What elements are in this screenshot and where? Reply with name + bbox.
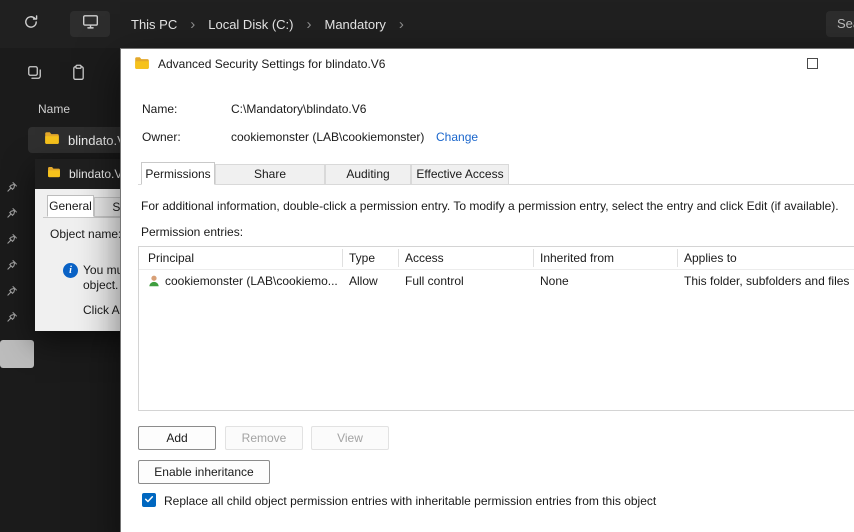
tab-permissions[interactable]: Permissions: [141, 162, 215, 185]
folder-icon: [134, 55, 150, 74]
column-divider: [342, 249, 343, 267]
checkmark-icon: [144, 493, 154, 507]
pin-icon: [5, 206, 19, 220]
name-value: C:\Mandatory\blindato.V6: [231, 102, 367, 116]
permission-entries-label: Permission entries:: [141, 225, 244, 239]
paste-button[interactable]: [64, 61, 92, 89]
cell-access: Full control: [405, 274, 464, 288]
cell-applies-to: This folder, subfolders and files: [684, 274, 850, 288]
column-header-inherited-from[interactable]: Inherited from: [540, 251, 614, 265]
properties-dialog-title: blindato.V: [69, 167, 123, 181]
chevron-right-icon[interactable]: ›: [300, 17, 317, 32]
dialog-titlebar[interactable]: Advanced Security Settings for blindato.…: [121, 49, 854, 79]
refresh-icon: [23, 14, 39, 35]
permission-entries-table: Principal Type Access Inherited from App…: [138, 246, 854, 411]
pin-icon: [5, 284, 19, 298]
tab-share[interactable]: Share: [215, 164, 325, 184]
column-header-type[interactable]: Type: [349, 251, 375, 265]
column-divider: [533, 249, 534, 267]
replace-permissions-checkbox-label[interactable]: Replace all child object permission entr…: [164, 494, 656, 508]
breadcrumb: This PC › Local Disk (C:) › Mandatory ›: [124, 0, 410, 48]
column-header-name[interactable]: Name: [38, 102, 70, 116]
remove-button: Remove: [225, 426, 303, 450]
pin-icon: [5, 232, 19, 246]
explorer-titlebar: This PC › Local Disk (C:) › Mandatory › …: [0, 0, 854, 48]
search-input[interactable]: Sea: [826, 11, 854, 37]
column-header-access[interactable]: Access: [405, 251, 444, 265]
tab-auditing[interactable]: Auditing: [325, 164, 411, 184]
address-location-button[interactable]: [70, 11, 110, 37]
column-divider: [677, 249, 678, 267]
breadcrumb-item-local-disk[interactable]: Local Disk (C:): [201, 13, 300, 36]
column-divider: [398, 249, 399, 267]
column-header-applies-to[interactable]: Applies to: [684, 251, 737, 265]
cell-principal: cookiemonster (LAB\cookiemo...: [165, 274, 338, 288]
pin-icon: [5, 258, 19, 272]
change-owner-link[interactable]: Change: [436, 130, 478, 144]
chevron-right-icon[interactable]: ›: [393, 17, 410, 32]
dialog-title: Advanced Security Settings for blindato.…: [158, 57, 386, 71]
view-button: View: [311, 426, 389, 450]
cell-type: Allow: [349, 274, 378, 288]
tab-general[interactable]: General: [47, 195, 94, 217]
info-text-line2: object.: [83, 278, 119, 292]
maximize-button[interactable]: [807, 58, 818, 69]
breadcrumb-item-mandatory[interactable]: Mandatory: [317, 13, 392, 36]
refresh-button[interactable]: [20, 13, 42, 35]
column-header-principal[interactable]: Principal: [148, 251, 194, 265]
folder-icon: [47, 165, 61, 184]
enable-inheritance-button[interactable]: Enable inheritance: [138, 460, 270, 484]
screen: This PC › Local Disk (C:) › Mandatory › …: [0, 0, 854, 532]
name-label: Name:: [142, 102, 178, 116]
nav-pane-selected-item[interactable]: [0, 340, 34, 368]
object-name-label: Object name:: [50, 227, 122, 241]
info-icon: i: [63, 263, 78, 278]
owner-value: cookiemonster (LAB\cookiemonster): [231, 130, 425, 144]
pin-icon: [5, 310, 19, 324]
chevron-right-icon[interactable]: ›: [184, 17, 201, 32]
breadcrumb-item-this-pc[interactable]: This PC: [124, 13, 184, 36]
table-row[interactable]: cookiemonster (LAB\cookiemo... Allow Ful…: [139, 270, 854, 292]
search-text: Sea: [837, 16, 854, 31]
instruction-text: For additional information, double-click…: [141, 199, 839, 213]
copy-icon: [26, 64, 43, 86]
pin-icon: [5, 180, 19, 194]
tab-strip: Permissions Share Auditing Effective Acc…: [138, 161, 854, 185]
add-button[interactable]: Add: [138, 426, 216, 450]
replace-permissions-checkbox[interactable]: [142, 493, 156, 507]
owner-label: Owner:: [142, 130, 181, 144]
monitor-icon: [82, 13, 99, 35]
copy-button[interactable]: [20, 61, 48, 89]
advanced-security-settings-dialog: Advanced Security Settings for blindato.…: [120, 48, 854, 532]
cell-inherited-from: None: [540, 274, 569, 288]
user-icon: [147, 274, 161, 291]
paste-icon: [70, 64, 87, 86]
folder-icon: [44, 130, 60, 151]
tab-effective-access[interactable]: Effective Access: [411, 164, 509, 184]
